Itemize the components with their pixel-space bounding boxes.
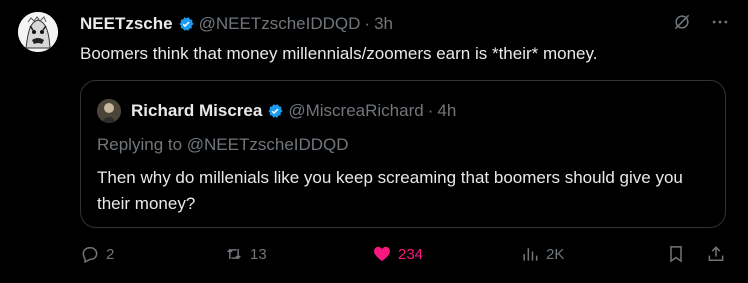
like-count: 234 [398,245,424,263]
views-icon [523,248,538,261]
tweet-top-icons [672,12,730,37]
quoted-tweet[interactable]: Richard Miscrea @MiscreaRichard · 4h Rep… [80,80,726,228]
reply-icon [82,247,98,264]
verified-badge-icon[interactable] [266,102,284,120]
quoted-avatar-image [97,99,121,123]
quoted-time[interactable]: 4h [437,101,456,121]
like-button[interactable]: 234 [372,244,423,264]
share-icon [708,246,724,261]
author-handle[interactable]: @NEETzscheIDDQD [199,14,361,34]
quoted-author-handle[interactable]: @MiscreaRichard [288,101,423,121]
quoted-author-name[interactable]: Richard Miscrea [131,101,262,121]
repost-count: 13 [250,245,267,263]
tweet-time[interactable]: 3h [374,14,393,34]
heart-icon [374,246,390,262]
grok-icon[interactable] [672,12,692,37]
repost-icon [227,248,241,260]
repost-button[interactable]: 13 [224,244,267,264]
share-button[interactable] [706,244,726,264]
avatar-image [18,12,58,52]
replying-to: Replying to @NEETzscheIDDQD [97,135,349,154]
verified-badge-icon[interactable] [177,15,195,33]
reply-button[interactable]: 2 [80,244,114,264]
dot-separator: · [364,14,371,33]
more-icon[interactable] [710,12,730,37]
tweet-text: Boomers think that money millennials/zoo… [80,44,598,63]
author-avatar[interactable] [18,12,58,52]
bookmark-button[interactable] [666,244,686,264]
tweet-header: NEETzsche @NEETzscheIDDQD · 3h [80,12,393,36]
dot-separator: · [427,101,434,120]
quoted-text: Then why do millenials like you keep scr… [97,168,683,213]
quoted-header: Richard Miscrea @MiscreaRichard · 4h [131,99,456,123]
views-count: 2K [546,245,565,263]
author-name[interactable]: NEETzsche [80,14,173,34]
quoted-author-avatar[interactable] [97,99,121,123]
action-bar: 2 13 234 2K [80,244,726,268]
views-button[interactable]: 2K [520,244,564,264]
reply-count: 2 [106,245,115,263]
bookmark-icon [670,246,682,263]
